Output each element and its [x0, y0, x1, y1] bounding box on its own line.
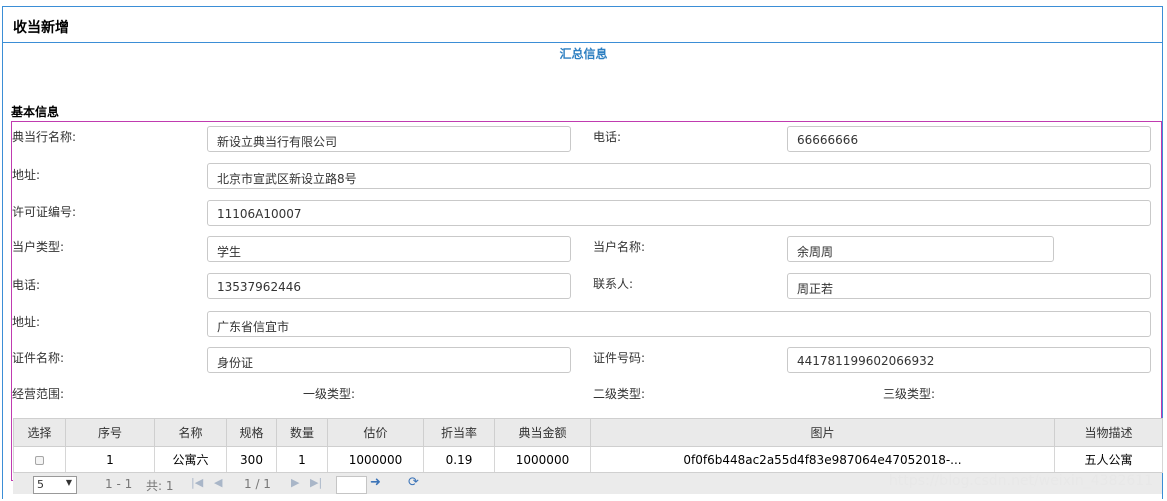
customer-type-field[interactable]: 学生: [207, 236, 571, 262]
row-name: 公寓六: [154, 446, 227, 473]
col-header-name[interactable]: 名称: [154, 418, 227, 447]
col-header-select[interactable]: 选择: [13, 418, 66, 447]
address-field[interactable]: 北京市宣武区新设立路8号: [207, 163, 1151, 189]
watermark-text: https://blog.csdn.net/weixin_4382611: [889, 473, 1154, 489]
table-row[interactable]: 1 公寓六 300 1 1000000 0.19 1000000 0f0f6b4…: [13, 446, 1163, 473]
row-image: 0f0f6b448ac2a55d4f83e987064e47052018-...: [590, 446, 1055, 473]
id-number-field[interactable]: 441781199602066932: [787, 347, 1151, 373]
page-size-value: 5: [37, 478, 44, 491]
contact-field[interactable]: 周正若: [787, 273, 1151, 299]
customer-address-label: 地址:: [12, 315, 41, 329]
col-header-no[interactable]: 序号: [65, 418, 155, 447]
next-page-icon[interactable]: ▶: [291, 476, 299, 489]
panel-title: 收当新增: [3, 7, 1162, 43]
pager-page: 1 / 1: [244, 477, 271, 491]
phone-label: 电话:: [593, 130, 622, 144]
pawn-items-table: 选择 序号 名称 规格 数量 估价 折当率 典当金额 图片 当物描述 1 公寓六…: [13, 418, 1163, 473]
level1-type-label: 一级类型:: [303, 387, 356, 401]
col-header-image[interactable]: 图片: [590, 418, 1055, 447]
row-no: 1: [65, 446, 155, 473]
pawnshop-name-field[interactable]: 新设立典当行有限公司: [207, 126, 571, 152]
row-rate: 0.19: [423, 446, 495, 473]
license-label: 许可证编号:: [12, 205, 77, 219]
page-size-select[interactable]: 5 ▼: [33, 476, 77, 494]
row-checkbox[interactable]: [35, 455, 44, 465]
col-header-amount[interactable]: 典当金额: [494, 418, 591, 447]
prev-page-icon[interactable]: ◀: [214, 476, 222, 489]
col-header-rate[interactable]: 折当率: [423, 418, 495, 447]
license-field[interactable]: 11106A10007: [207, 200, 1151, 226]
phone-field[interactable]: 66666666: [787, 126, 1151, 152]
customer-name-label: 当户名称:: [593, 240, 646, 254]
pawnshop-name-label: 典当行名称:: [12, 130, 77, 144]
table-header-row: 选择 序号 名称 规格 数量 估价 折当率 典当金额 图片 当物描述: [13, 418, 1163, 447]
col-header-qty[interactable]: 数量: [276, 418, 328, 447]
first-page-icon[interactable]: |◀: [191, 476, 203, 489]
basic-info-title: 基本信息: [11, 105, 60, 119]
pager-range: 1 - 1: [105, 477, 133, 491]
last-page-icon[interactable]: ▶|: [310, 476, 322, 489]
col-header-spec[interactable]: 规格: [226, 418, 277, 447]
col-header-desc[interactable]: 当物描述: [1054, 418, 1163, 447]
row-select-cell[interactable]: [13, 446, 66, 473]
row-spec: 300: [226, 446, 277, 473]
page-jump-input[interactable]: [336, 476, 367, 494]
customer-phone-field[interactable]: 13537962446: [207, 273, 571, 299]
row-qty: 1: [276, 446, 328, 473]
address-label: 地址:: [12, 168, 41, 182]
chevron-down-icon: ▼: [65, 478, 72, 487]
row-amount: 1000000: [494, 446, 591, 473]
customer-name-field[interactable]: 余周周: [787, 236, 1054, 262]
business-scope-label: 经营范围:: [12, 387, 65, 401]
go-arrow-icon[interactable]: ➜: [370, 475, 381, 490]
row-desc: 五人公寓: [1054, 446, 1163, 473]
contact-label: 联系人:: [593, 277, 634, 291]
refresh-icon[interactable]: ⟳: [408, 475, 419, 490]
summary-info-link[interactable]: 汇总信息: [0, 45, 1167, 62]
id-name-field[interactable]: 身份证: [207, 347, 571, 373]
level2-type-label: 二级类型:: [593, 387, 646, 401]
id-number-label: 证件号码:: [593, 351, 646, 365]
customer-phone-label: 电话:: [12, 278, 41, 292]
customer-type-label: 当户类型:: [12, 240, 65, 254]
col-header-valuation[interactable]: 估价: [327, 418, 424, 447]
pager-total: 共: 1: [146, 479, 174, 493]
level3-type-label: 三级类型:: [883, 387, 936, 401]
row-valuation: 1000000: [327, 446, 424, 473]
customer-address-field[interactable]: 广东省信宜市: [207, 311, 1151, 337]
id-name-label: 证件名称:: [12, 351, 65, 365]
